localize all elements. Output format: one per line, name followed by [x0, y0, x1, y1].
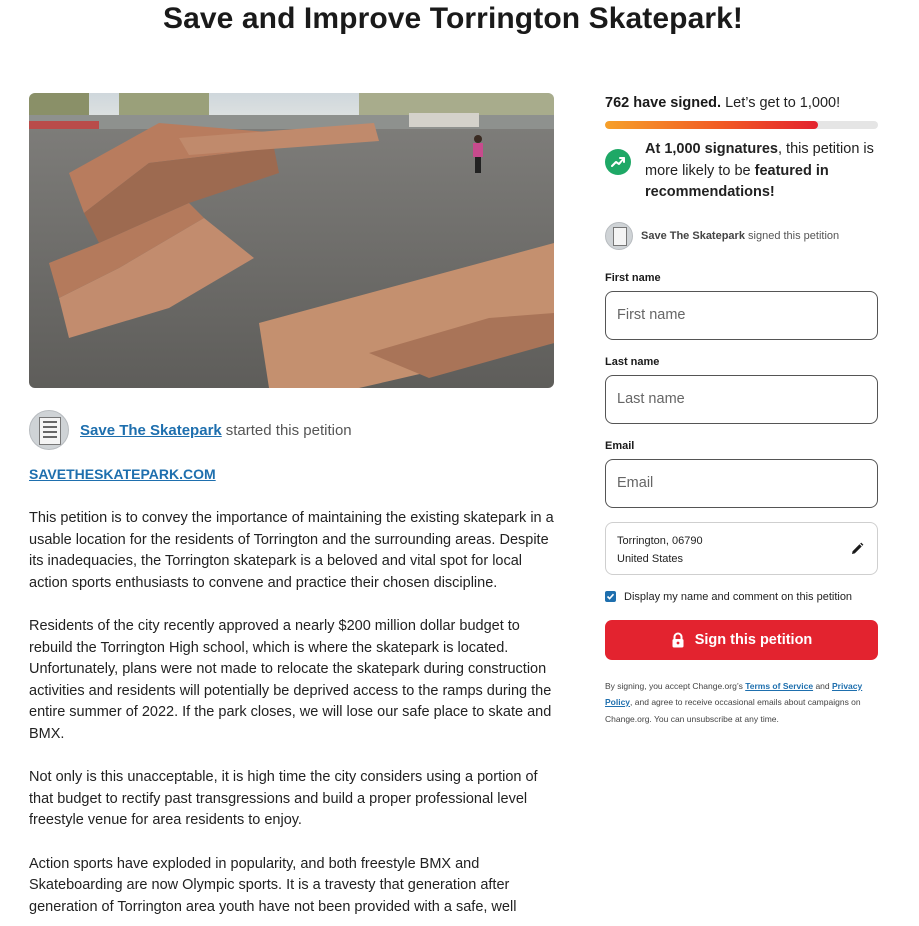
display-name-label: Display my name and comment on this peti…	[624, 590, 853, 603]
disclaimer-text-3: , and agree to receive occasional emails…	[605, 697, 861, 724]
legal-disclaimer: By signing, you accept Change.org’s Term…	[605, 678, 878, 728]
sign-panel: 762 have signed. Let’s get to 1,000! At …	[605, 93, 878, 727]
display-name-checkbox[interactable]	[605, 591, 616, 602]
milestone-text: At 1,000 signatures, this petition is mo…	[645, 139, 878, 204]
petition-body: This petition is to convey the importanc…	[29, 508, 557, 926]
disclaimer-text-1: By signing, you accept Change.org’s	[605, 680, 746, 691]
body-paragraph: Residents of the city recently approved …	[29, 617, 552, 742]
website-link[interactable]: SAVETHESKATEPARK.COM	[29, 466, 216, 482]
checkmark-icon	[606, 593, 615, 600]
milestone-callout: At 1,000 signatures, this petition is mo…	[605, 139, 878, 204]
email-label: Email	[605, 439, 635, 452]
location-country: United States	[617, 552, 684, 565]
milestone-bold: At 1,000 signatures	[645, 141, 778, 157]
first-name-label: First name	[605, 271, 661, 284]
signature-count-value: 762 have signed.	[605, 95, 722, 111]
starter-name-link[interactable]: Save The Skatepark	[80, 422, 222, 439]
signature-count: 762 have signed. Let’s get to 1,000!	[605, 95, 878, 111]
petition-hero-image	[29, 93, 554, 388]
signer-action: signed this petition	[748, 229, 840, 242]
sign-petition-button[interactable]: Sign this petition	[605, 619, 878, 660]
body-paragraph: This petition is to convey the importanc…	[29, 510, 554, 591]
signature-progress-fill	[605, 121, 818, 129]
pencil-icon[interactable]	[849, 541, 865, 557]
sign-petition-label: Sign this petition	[694, 631, 813, 648]
petition-title: Save and Improve Torrington Skatepark!	[162, 2, 744, 35]
signature-goal-text: Let’s get to 1,000!	[725, 95, 841, 111]
last-name-input[interactable]	[605, 374, 878, 424]
display-name-option[interactable]: Display my name and comment on this peti…	[605, 591, 878, 603]
signer-name: Save The Skatepark	[641, 229, 745, 242]
email-input[interactable]	[605, 458, 878, 508]
location-city: Torrington, 06790	[617, 534, 703, 547]
recent-signer: Save The Skatepark signed this petition	[605, 221, 878, 250]
body-paragraph: Action sports have exploded in popularit…	[29, 855, 517, 915]
body-paragraph: Not only is this unacceptable, it is hig…	[29, 769, 538, 829]
signer-avatar	[605, 221, 633, 250]
trend-up-icon	[605, 149, 631, 175]
last-name-label: Last name	[605, 355, 660, 368]
lock-icon	[672, 632, 684, 647]
disclaimer-text-2: and	[813, 680, 832, 691]
signature-progress-bar	[605, 121, 878, 129]
starter-avatar[interactable]	[29, 410, 69, 450]
starter-action-text: started this petition	[225, 421, 352, 439]
petition-starter: Save The Skatepark started this petition	[29, 410, 352, 450]
location-field[interactable]: Torrington, 06790 United States	[605, 521, 878, 575]
terms-of-service-link[interactable]: Terms of Service	[745, 681, 813, 691]
first-name-input[interactable]	[605, 290, 878, 340]
